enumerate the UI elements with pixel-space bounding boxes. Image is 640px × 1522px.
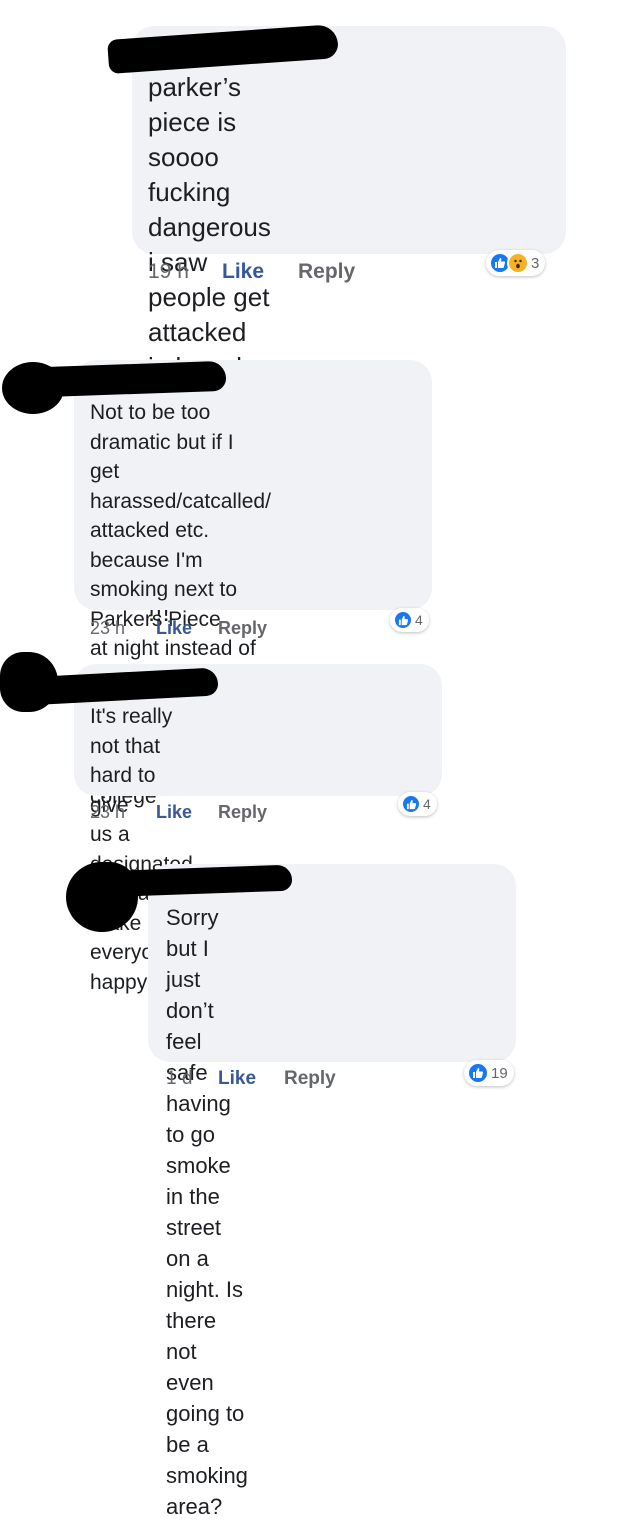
thumbs-up-icon — [401, 794, 421, 814]
reaction-count: 19 — [491, 1064, 508, 1082]
comment-time[interactable]: 19 h — [148, 260, 189, 284]
reply-button[interactable]: Reply — [284, 1068, 336, 1090]
like-button[interactable]: Like — [218, 1068, 256, 1090]
like-button[interactable]: Like — [156, 618, 192, 639]
comment-text: Sorry but I just don’t feel safe having … — [166, 905, 248, 1519]
reaction-count: 4 — [423, 796, 431, 812]
reply-button[interactable]: Reply — [218, 802, 267, 823]
comment-time[interactable]: 1 d — [166, 1068, 192, 1090]
comment-time[interactable]: 23 h — [90, 618, 125, 639]
reaction-summary[interactable]: 19 — [464, 1060, 514, 1086]
reaction-count: 3 — [531, 254, 540, 272]
reaction-summary[interactable]: 3 — [486, 250, 546, 276]
reaction-summary[interactable]: 4 — [398, 792, 437, 816]
wow-face-icon — [507, 252, 529, 274]
like-button[interactable]: Like — [222, 260, 264, 284]
thumbs-up-icon — [393, 610, 413, 630]
thumbs-up-icon — [467, 1062, 489, 1084]
comment-time[interactable]: 23 h — [90, 802, 125, 823]
reply-button[interactable]: Reply — [298, 260, 355, 284]
reaction-summary[interactable]: 4 — [390, 608, 429, 632]
reaction-count: 4 — [415, 612, 423, 628]
like-button[interactable]: Like — [156, 802, 192, 823]
reply-button[interactable]: Reply — [218, 618, 267, 639]
